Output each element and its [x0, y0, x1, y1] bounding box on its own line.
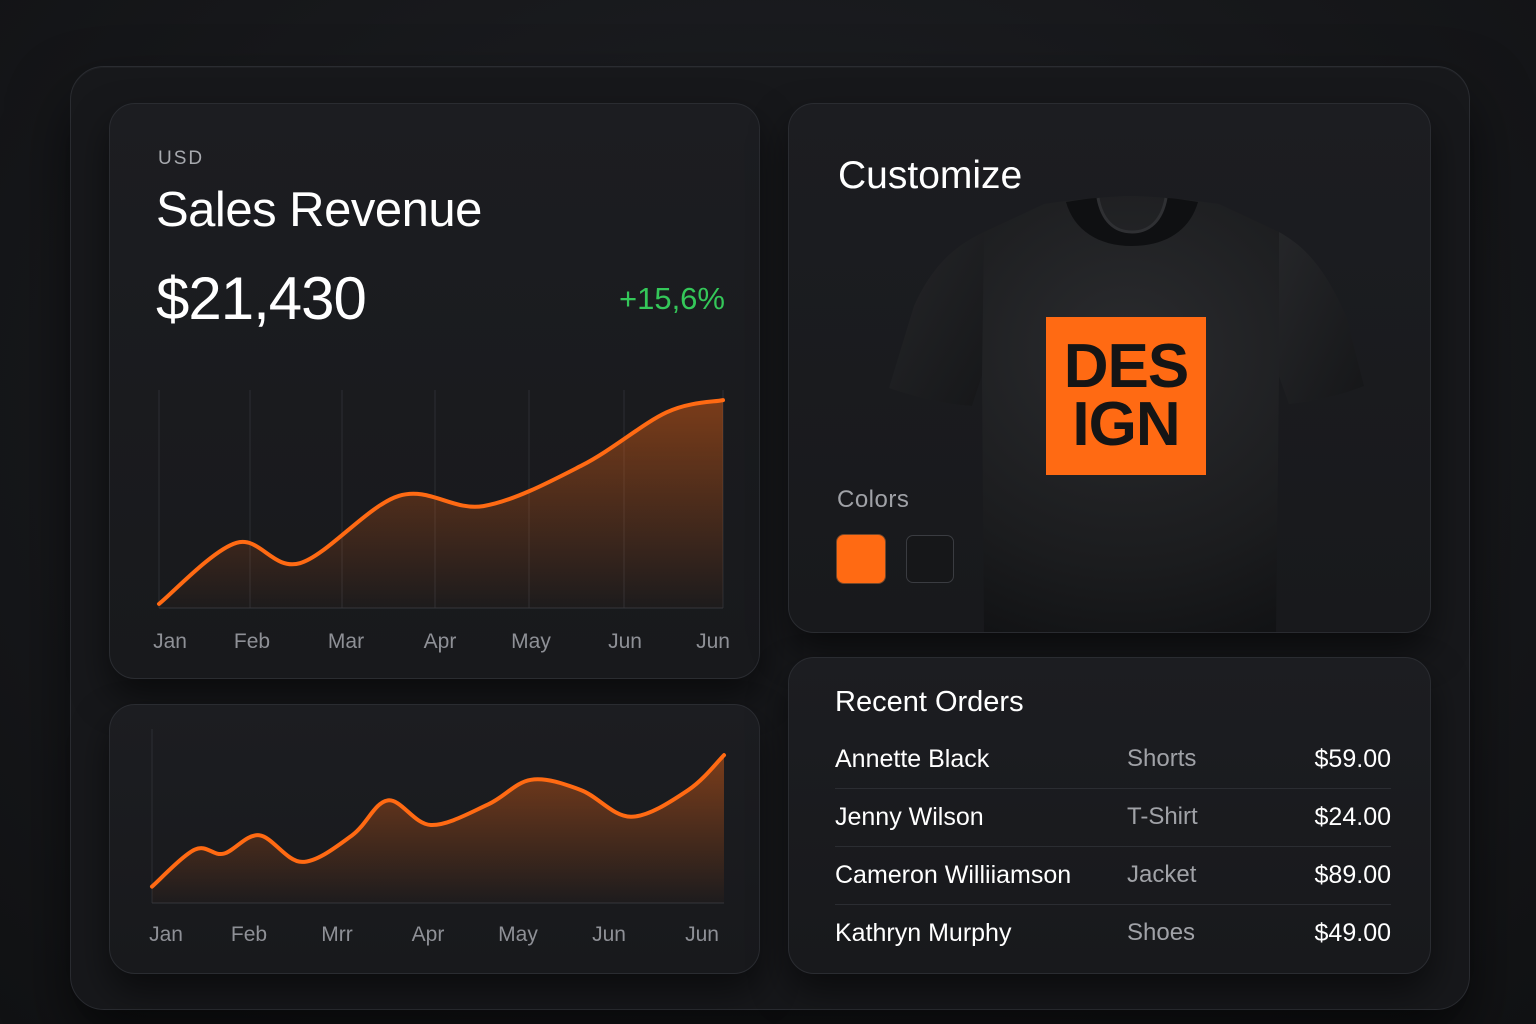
x-tick-label: Apr [412, 923, 445, 946]
order-customer: Cameron Williiamson [835, 861, 1072, 889]
x-tick-label: Jun [685, 923, 719, 946]
x-tick-label: Jun [608, 630, 642, 653]
x-tick-label: Mrr [321, 923, 352, 946]
order-amount: $24.00 [1314, 803, 1391, 831]
x-tick-label: Jun [696, 630, 730, 653]
x-tick-label: Jan [153, 630, 187, 653]
order-row[interactable]: Kathryn Murphy Shoes $49.00 [835, 905, 1391, 962]
x-tick-label: Jan [149, 923, 183, 946]
x-tick-label: Feb [231, 923, 267, 946]
colors-label: Colors [837, 486, 910, 513]
customize-title: Customize [838, 154, 1023, 197]
order-amount: $89.00 [1314, 861, 1391, 889]
order-product: T-Shirt [1127, 803, 1198, 830]
x-tick-label: Feb [234, 630, 270, 653]
color-swatch-black[interactable] [906, 535, 954, 583]
sales-revenue-chart: Jan Feb Mar Apr May Jun Jun [153, 390, 730, 653]
order-row[interactable]: Annette Black Shorts $59.00 [835, 731, 1391, 789]
order-amount: $59.00 [1314, 745, 1391, 773]
order-product: Shoes [1127, 919, 1196, 946]
order-customer: Annette Black [835, 745, 990, 773]
trend-chart: Jan Feb Mrr Apr May Jun Jun [149, 729, 726, 946]
order-row[interactable]: Jenny Wilson T-Shirt $24.00 [835, 789, 1391, 847]
orders-title: Recent Orders [835, 686, 1024, 718]
design-text-line-2: IGN [1072, 390, 1180, 459]
order-product: Shorts [1127, 745, 1197, 772]
x-tick-label: May [498, 923, 538, 946]
order-customer: Kathryn Murphy [835, 919, 1012, 947]
order-row[interactable]: Cameron Williiamson Jacket $89.00 [835, 847, 1391, 905]
customize-card: Customize DES IGN Colors [788, 103, 1431, 633]
recent-orders-card: Recent Orders Annette Black Shorts $59.0… [788, 657, 1431, 974]
x-tick-label: Jun [592, 923, 626, 946]
design-print[interactable]: DES IGN [1046, 317, 1206, 475]
design-text-line-1: DES [1063, 332, 1189, 401]
area-fill [152, 755, 724, 903]
x-tick-label: Mar [328, 630, 364, 653]
color-swatch-orange[interactable] [837, 535, 885, 583]
order-amount: $49.00 [1314, 919, 1391, 947]
x-tick-label: May [511, 630, 551, 653]
trend-card: Jan Feb Mrr Apr May Jun Jun [109, 704, 760, 974]
sales-revenue-card: USD Sales Revenue $21,430 +15,6% Jan Feb M… [109, 103, 760, 679]
x-tick-label: Apr [424, 630, 457, 653]
order-product: Jacket [1127, 861, 1197, 888]
order-customer: Jenny Wilson [835, 803, 984, 831]
